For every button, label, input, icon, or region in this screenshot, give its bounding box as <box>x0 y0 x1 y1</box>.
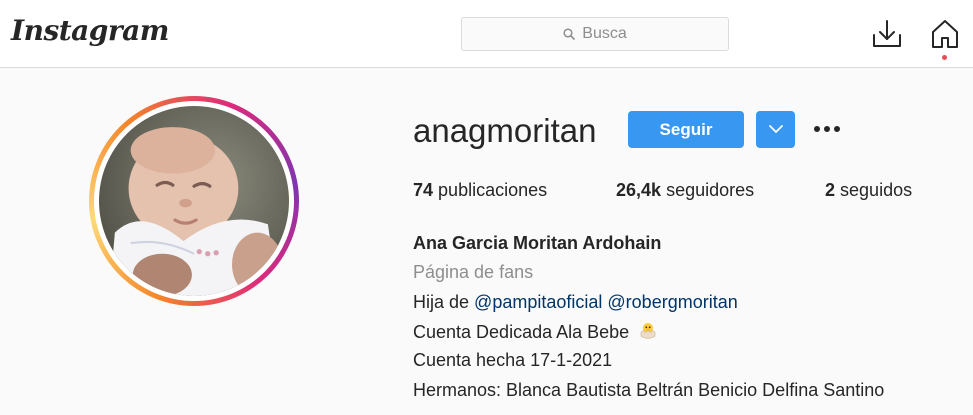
following-label: seguidos <box>840 180 913 200</box>
following-stat[interactable]: 2 seguidos <box>825 180 912 201</box>
top-nav-bar: Instagram Busca <box>0 0 973 68</box>
bio-line-siblings: Hermanos: Blanca Bautista Beltrán Benici… <box>413 380 885 400</box>
instagram-logo[interactable]: Instagram <box>11 14 169 47</box>
follow-button[interactable]: Seguir <box>628 111 744 148</box>
followers-count: 26,4k <box>616 180 662 200</box>
bio-line-dedication: Cuenta Dedicada Ala Bebe <box>413 321 658 343</box>
bio-prefix: Hija de <box>413 292 470 312</box>
bio-line-parents: Hija de @pampitaoficial @robergmoritan <box>413 292 738 313</box>
suggestions-dropdown-button[interactable] <box>756 111 795 148</box>
avatar <box>99 106 289 296</box>
profile-full-name: Ana Garcia Moritan Ardohain <box>413 233 662 253</box>
followers-stat[interactable]: 26,4k seguidores <box>616 180 754 201</box>
notification-dot <box>942 55 947 60</box>
search-input[interactable]: Busca <box>461 17 729 51</box>
posts-label: publicaciones <box>438 180 548 200</box>
bio-dedication-text: Cuenta Dedicada Ala Bebe <box>413 322 630 342</box>
search-icon <box>563 28 576 40</box>
download-icon[interactable] <box>871 19 903 49</box>
mention-link-pampitaoficial[interactable]: @pampitaoficial <box>474 292 602 312</box>
posts-count: 74 <box>413 180 434 200</box>
home-icon[interactable] <box>929 18 961 50</box>
profile-avatar[interactable] <box>89 96 299 306</box>
chevron-down-icon <box>768 125 783 133</box>
profile-category: Página de fans <box>413 262 534 282</box>
avatar-photo <box>99 106 289 296</box>
posts-count-stat: 74 publicaciones <box>413 180 547 201</box>
bio-line-created: Cuenta hecha 17-1-2021 <box>413 350 613 370</box>
following-count: 2 <box>825 180 836 200</box>
search-placeholder: Busca <box>582 25 627 42</box>
hatching-chick-icon <box>640 323 656 339</box>
mention-link-robergmoritan[interactable]: @robergmoritan <box>607 292 737 312</box>
followers-label: seguidores <box>666 180 755 200</box>
profile-username: anagmoritan <box>413 112 597 149</box>
more-options-icon[interactable] <box>810 118 844 140</box>
